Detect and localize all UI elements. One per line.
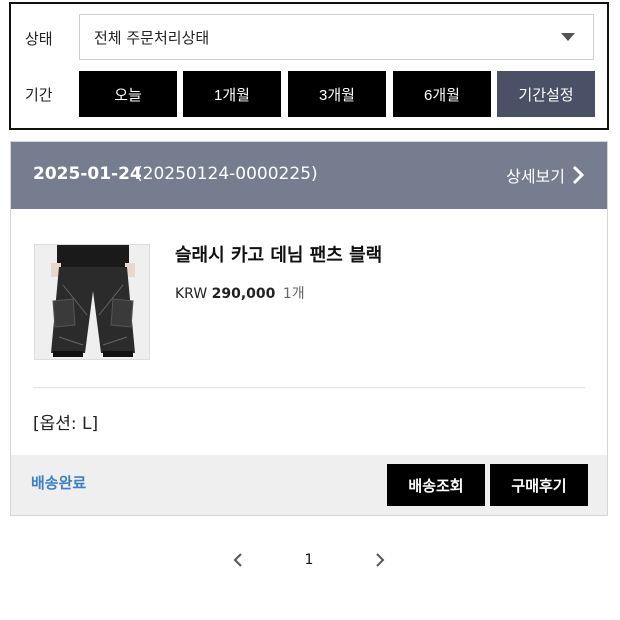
order-header: 2025-01-24 (20250124-0000225) 상세보기 — [11, 142, 607, 209]
order-card: 2025-01-24 (20250124-0000225) 상세보기 슬래시 카… — [10, 141, 608, 516]
delivery-status-badge: 배송완료 — [31, 474, 87, 492]
next-page-button[interactable] — [370, 546, 390, 574]
chevron-left-icon — [233, 553, 242, 567]
order-number: (20250124-0000225) — [136, 164, 318, 184]
order-filter-panel: 상태 전체 주문처리상태 기간 오늘 1개월 3개월 6개월 기간설정 — [9, 2, 609, 130]
status-select[interactable]: 전체 주문처리상태 — [79, 14, 594, 60]
period-6month-button[interactable]: 6개월 — [393, 71, 491, 117]
period-3month-button[interactable]: 3개월 — [288, 71, 386, 117]
product-option: [옵션: L] — [33, 414, 99, 434]
product-image[interactable] — [34, 244, 150, 360]
pagination: 1 — [0, 546, 620, 576]
period-custom-button[interactable]: 기간설정 — [497, 71, 595, 117]
divider — [33, 387, 585, 388]
status-label: 상태 — [25, 30, 53, 48]
order-detail-link[interactable]: 상세보기 — [506, 163, 585, 187]
order-footer: 배송완료 배송조회 구매후기 — [11, 455, 607, 515]
prev-page-button[interactable] — [228, 546, 248, 574]
product-quantity: 1개 — [282, 286, 305, 302]
period-label: 기간 — [25, 86, 53, 104]
product-name[interactable]: 슬래시 카고 데님 팬츠 블랙 — [175, 241, 382, 267]
period-1month-button[interactable]: 1개월 — [183, 71, 281, 117]
period-today-button[interactable]: 오늘 — [79, 71, 177, 117]
product-photo — [35, 245, 149, 359]
chevron-down-icon — [561, 33, 575, 41]
price-currency: KRW — [175, 286, 208, 302]
order-detail-label: 상세보기 — [506, 167, 565, 186]
chevron-right-icon — [376, 553, 385, 567]
order-date: 2025-01-24 — [33, 164, 142, 184]
product-price: KRW 290,000 1개 — [175, 283, 305, 303]
price-value: 290,000 — [211, 286, 276, 302]
chevron-right-icon — [572, 165, 585, 185]
page-number-current[interactable]: 1 — [298, 546, 320, 574]
track-delivery-button[interactable]: 배송조회 — [387, 464, 485, 506]
status-select-value: 전체 주문처리상태 — [94, 28, 210, 47]
write-review-button[interactable]: 구매후기 — [490, 464, 588, 506]
